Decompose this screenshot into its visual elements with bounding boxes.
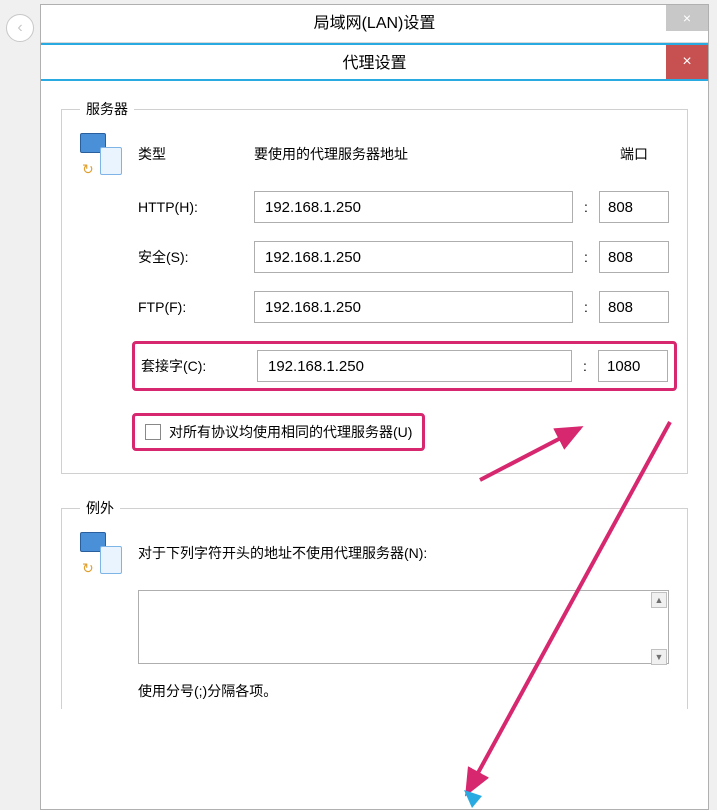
- exceptions-hint: 使用分号(;)分隔各项。: [138, 681, 669, 701]
- scroll-down-icon[interactable]: ▼: [651, 649, 667, 665]
- exceptions-legend: 例外: [80, 498, 120, 518]
- http-row: HTTP(H): :: [138, 191, 669, 223]
- back-button[interactable]: ‹: [6, 14, 34, 42]
- lan-settings-window: 局域网(LAN)设置 × 代理设置 × 服务器 ↻ 类型 要使用的代理服务器地址…: [40, 4, 709, 810]
- colon: :: [573, 299, 599, 315]
- same-proxy-checkbox[interactable]: [145, 424, 161, 440]
- server-group: 服务器 ↻ 类型 要使用的代理服务器地址 端口 HTTP(H): : 安全(S)…: [61, 99, 688, 474]
- header-port: 端口: [599, 144, 669, 164]
- exceptions-textarea-wrap: ▲ ▼: [138, 590, 669, 667]
- ftp-label: FTP(F):: [138, 299, 254, 315]
- inner-title: 代理设置: [342, 55, 406, 72]
- socks-highlight: 套接字(C): :: [132, 341, 677, 391]
- exceptions-label: 对于下列字符开头的地址不使用代理服务器(N):: [138, 543, 427, 563]
- ftp-row: FTP(F): :: [138, 291, 669, 323]
- inner-close-button[interactable]: ×: [666, 45, 708, 79]
- same-proxy-label: 对所有协议均使用相同的代理服务器(U): [169, 422, 412, 442]
- network-icon: ↻: [80, 133, 122, 175]
- http-address-input[interactable]: [254, 191, 573, 223]
- colon: :: [573, 199, 599, 215]
- http-port-input[interactable]: [599, 191, 669, 223]
- secure-address-input[interactable]: [254, 241, 573, 273]
- ftp-address-input[interactable]: [254, 291, 573, 323]
- secure-port-input[interactable]: [599, 241, 669, 273]
- server-legend: 服务器: [80, 99, 134, 119]
- scroll-up-icon[interactable]: ▲: [651, 592, 667, 608]
- secure-row: 安全(S): :: [138, 241, 669, 273]
- same-proxy-checkbox-row[interactable]: 对所有协议均使用相同的代理服务器(U): [145, 422, 412, 442]
- dialog-content: 服务器 ↻ 类型 要使用的代理服务器地址 端口 HTTP(H): : 安全(S)…: [41, 81, 708, 709]
- same-proxy-highlight: 对所有协议均使用相同的代理服务器(U): [132, 413, 425, 451]
- secure-label: 安全(S):: [138, 247, 254, 267]
- http-label: HTTP(H):: [138, 199, 254, 215]
- inner-titlebar: 代理设置 ×: [41, 43, 708, 81]
- colon: :: [572, 358, 598, 374]
- header-type: 类型: [138, 144, 254, 164]
- socks-row: 套接字(C): :: [141, 350, 668, 382]
- header-address: 要使用的代理服务器地址: [254, 144, 599, 164]
- exceptions-textarea[interactable]: [138, 590, 669, 664]
- server-header-row: ↻ 类型 要使用的代理服务器地址 端口: [80, 133, 669, 175]
- socks-label: 套接字(C):: [141, 356, 257, 376]
- ftp-port-input[interactable]: [599, 291, 669, 323]
- exceptions-header-row: ↻ 对于下列字符开头的地址不使用代理服务器(N):: [80, 532, 669, 574]
- network-icon: ↻: [80, 532, 122, 574]
- colon: :: [573, 249, 599, 265]
- outer-title: 局域网(LAN)设置: [314, 15, 436, 32]
- socks-address-input[interactable]: [257, 350, 572, 382]
- exceptions-group: 例外 ↻ 对于下列字符开头的地址不使用代理服务器(N): ▲ ▼ 使用分号(;)…: [61, 498, 688, 709]
- socks-port-input[interactable]: [598, 350, 668, 382]
- outer-titlebar: 局域网(LAN)设置 ×: [41, 5, 708, 43]
- outer-close-button[interactable]: ×: [666, 5, 708, 31]
